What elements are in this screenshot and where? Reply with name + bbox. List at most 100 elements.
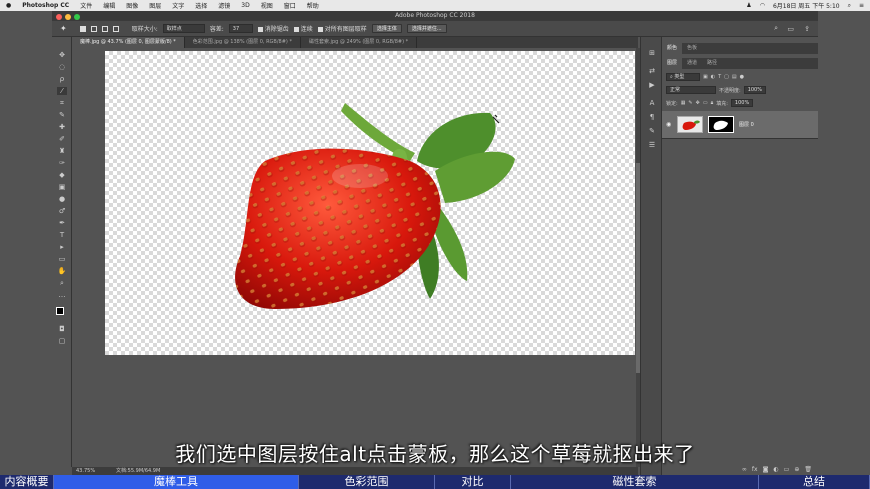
menu-help[interactable]: 帮助	[307, 1, 319, 10]
menu-list-icon[interactable]: ≡	[859, 2, 864, 9]
menu-layer[interactable]: 图层	[149, 1, 161, 10]
add-selection-icon[interactable]	[90, 25, 97, 32]
lock-artboard-icon[interactable]: ▭	[703, 100, 708, 106]
hand-tool-icon[interactable]: ✋	[57, 267, 67, 275]
zoom-window-button[interactable]	[74, 14, 80, 20]
character-panel-icon[interactable]: A	[647, 99, 657, 107]
type-tool-icon[interactable]: T	[57, 231, 67, 239]
tab-magnetic-lasso-doc[interactable]: 磁性套索.jpg @ 249% (图层 0, RGB/8#) *	[301, 37, 418, 48]
move-tool-icon[interactable]: ✥	[57, 51, 67, 59]
filter-toggle-icon[interactable]: ●	[740, 74, 744, 80]
tab-channels[interactable]: 通道	[682, 58, 702, 69]
lock-transparent-icon[interactable]: ▦	[681, 100, 686, 106]
menu-image[interactable]: 图像	[126, 1, 138, 10]
user-icon[interactable]: ♟	[746, 2, 751, 9]
lock-pixels-icon[interactable]: ✎	[688, 100, 692, 106]
antialias-checkbox[interactable]: 消除锯齿	[257, 24, 289, 33]
chapter-item[interactable]: 色彩范围	[299, 475, 435, 489]
doc-size[interactable]: 文档:55.9M/64.9M	[116, 467, 160, 475]
blend-mode-select[interactable]: 正常	[666, 86, 716, 94]
share-icon[interactable]: ⇪	[804, 25, 810, 33]
chapter-item[interactable]: 磁性套索	[511, 475, 759, 489]
eraser-tool-icon[interactable]: ◆	[57, 171, 67, 179]
menu-file[interactable]: 文件	[80, 1, 92, 10]
clock[interactable]: 6月18日 周五 下午 5:10	[773, 1, 840, 10]
sample-all-layers-checkbox[interactable]: 对所有图层取样	[317, 24, 367, 33]
healing-brush-icon[interactable]: ✚	[57, 123, 67, 131]
dodge-tool-icon[interactable]: ♂	[57, 207, 67, 215]
new-selection-icon[interactable]	[79, 25, 86, 32]
search-icon[interactable]: ⌕	[848, 2, 851, 10]
menu-filter[interactable]: 滤镜	[218, 1, 230, 10]
menu-select[interactable]: 选择	[195, 1, 207, 10]
minimize-window-button[interactable]	[65, 14, 71, 20]
menu-3d[interactable]: 3D	[241, 2, 249, 9]
history-panel-icon[interactable]: ⊞	[647, 49, 657, 57]
document-canvas[interactable]	[105, 51, 635, 355]
magic-wand-tool-preset-icon[interactable]: ✦	[60, 24, 67, 33]
filter-pixel-icon[interactable]: ▣	[703, 74, 708, 80]
blur-tool-icon[interactable]: ●	[57, 195, 67, 203]
layer-name[interactable]: 图层 0	[739, 121, 754, 128]
menu-view[interactable]: 视图	[261, 1, 273, 10]
brush-tool-icon[interactable]: ✐	[57, 135, 67, 143]
select-subject-button[interactable]: 选择主体	[371, 24, 402, 33]
path-selection-icon[interactable]: ▸	[57, 243, 67, 251]
zoom-tool-icon[interactable]: ⌕	[57, 279, 67, 287]
eyedropper-tool-icon[interactable]: ✎	[57, 111, 67, 119]
filter-smart-icon[interactable]: ▤	[732, 74, 737, 80]
search-icon[interactable]: ⌕	[774, 24, 778, 33]
layer-thumbnail[interactable]	[677, 116, 703, 133]
layer-kind-select[interactable]: ⌕ 类型	[666, 73, 700, 81]
chapter-item[interactable]: 内容概要	[0, 475, 54, 489]
visibility-eye-icon[interactable]: ◉	[666, 121, 671, 128]
lock-all-icon[interactable]: 🔒︎	[711, 100, 714, 106]
tolerance-input[interactable]: 37	[228, 24, 253, 33]
chapter-item[interactable]: 对比	[435, 475, 511, 489]
workspace-icon[interactable]: ▭	[787, 25, 794, 33]
screen-mode-icon[interactable]: ▢	[57, 337, 67, 345]
tab-paths[interactable]: 路径	[702, 58, 722, 69]
menu-edit[interactable]: 编辑	[103, 1, 115, 10]
navigator-panel-icon[interactable]: ⇄	[647, 67, 657, 75]
filter-shape-icon[interactable]: ▢	[724, 74, 729, 80]
tab-color-range-doc[interactable]: 色彩范围.jpg @ 138% (图层 0, RGB/8#) *	[185, 37, 301, 48]
stamp-tool-icon[interactable]: ♜	[57, 147, 67, 155]
subtract-selection-icon[interactable]	[101, 25, 108, 32]
sample-size-select[interactable]: 取样点	[162, 24, 205, 33]
foreground-color-swatch[interactable]	[56, 307, 64, 315]
tab-color[interactable]: 颜色	[662, 43, 683, 54]
lasso-tool-icon[interactable]: ρ	[57, 75, 67, 83]
apple-menu-icon[interactable]: ●	[6, 2, 11, 9]
zoom-level[interactable]: 43.75%	[76, 467, 95, 475]
opacity-input[interactable]: 100%	[743, 86, 766, 94]
tab-layers[interactable]: 图层	[662, 58, 683, 69]
contiguous-checkbox[interactable]: 连续	[293, 24, 313, 33]
filter-type-icon[interactable]: T	[718, 74, 721, 80]
crop-tool-icon[interactable]: ⌗	[57, 99, 67, 107]
brush-settings-icon[interactable]: ✎	[647, 127, 657, 135]
more-tools-icon[interactable]: …	[57, 291, 67, 299]
paragraph-panel-icon[interactable]: ¶	[647, 113, 657, 121]
layer-mask-thumbnail[interactable]	[708, 116, 734, 133]
actions-panel-icon[interactable]: ▶	[647, 81, 657, 89]
chapter-item[interactable]: 魔棒工具	[54, 475, 299, 489]
menu-photoshop[interactable]: Photoshop CC	[22, 2, 69, 9]
lock-position-icon[interactable]: ✥	[696, 100, 700, 106]
layer-row[interactable]: ◉ 图层 0	[662, 111, 818, 139]
magic-wand-tool-icon[interactable]: ⁄	[57, 87, 67, 95]
shape-tool-icon[interactable]: ▭	[57, 255, 67, 263]
tab-magic-wand-doc[interactable]: 魔棒.jpg @ 43.7% (图层 0, 图层蒙版/8) *	[72, 37, 185, 48]
wifi-icon[interactable]: ◠	[760, 2, 765, 9]
marquee-tool-icon[interactable]: ◌	[57, 63, 67, 71]
quick-mask-icon[interactable]: ◘	[57, 325, 67, 333]
close-window-button[interactable]	[56, 14, 62, 20]
gradient-tool-icon[interactable]: ▣	[57, 183, 67, 191]
intersect-selection-icon[interactable]	[112, 25, 119, 32]
tab-swatches[interactable]: 色板	[682, 43, 702, 54]
properties-panel-icon[interactable]: ☰	[647, 141, 657, 149]
history-brush-icon[interactable]: ✑	[57, 159, 67, 167]
select-and-mask-button[interactable]: 选择并遮住...	[406, 24, 447, 33]
menu-window[interactable]: 窗口	[284, 1, 296, 10]
fill-input[interactable]: 100%	[730, 99, 754, 107]
